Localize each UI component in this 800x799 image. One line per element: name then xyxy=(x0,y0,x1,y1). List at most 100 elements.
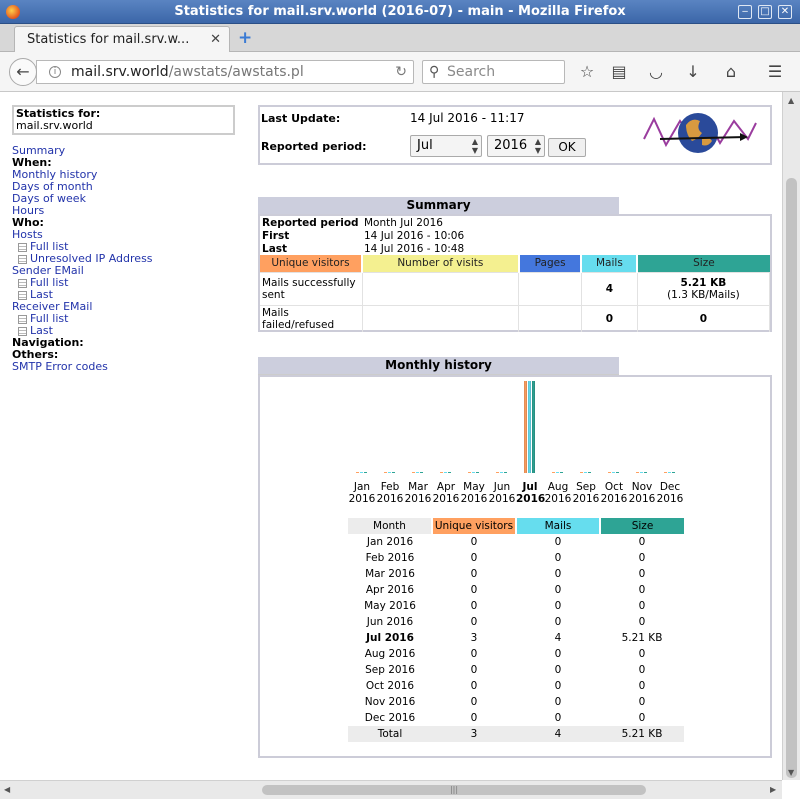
table-row: Feb 2016 0 0 0 xyxy=(348,550,684,566)
home-icon[interactable]: ⌂ xyxy=(720,61,742,83)
search-icon: ⚲ xyxy=(429,64,440,80)
scroll-down-icon[interactable]: ▼ xyxy=(788,768,794,777)
chart-bar xyxy=(412,472,415,473)
chart-month-label: Nov 2016 xyxy=(628,481,656,505)
chart-bar xyxy=(440,472,443,473)
reload-icon[interactable]: ↻ xyxy=(395,61,407,83)
col-number-of-visits: Number of visits xyxy=(362,255,520,272)
table-row: Jun 2016 0 0 0 xyxy=(348,614,684,630)
summary-panel: Reported period Month Jul 2016 First 14 Ju… xyxy=(258,214,772,332)
chart-bar xyxy=(612,472,615,473)
total-size: 5.21 KB xyxy=(621,728,663,740)
table-row: Nov 2016 0 0 0 xyxy=(348,694,684,710)
tab-statistics[interactable]: Statistics for mail.srv.w... ✕ xyxy=(14,26,230,53)
cell-mails: 0 xyxy=(554,616,562,628)
vertical-scroll-thumb[interactable] xyxy=(786,178,797,778)
scroll-up-icon[interactable]: ▲ xyxy=(788,96,794,105)
cell-size: 0 xyxy=(638,648,646,660)
cell-month: Sep 2016 xyxy=(365,664,415,676)
chart-bar xyxy=(672,472,675,473)
monthly-history-header: Monthly history xyxy=(258,357,619,375)
cell-unique: 0 xyxy=(470,552,478,564)
select-arrows-icon: ▲ ▼ xyxy=(471,137,478,155)
last-update-label: Last Update: xyxy=(261,112,341,125)
downloads-icon[interactable]: ↓ xyxy=(682,61,704,83)
bookmark-star-icon[interactable]: ☆ xyxy=(576,61,598,83)
ok-button[interactable]: OK xyxy=(548,138,586,157)
cell-size: 5.21 KB xyxy=(621,632,663,644)
cell-size: 0 xyxy=(638,536,646,548)
awstats-logo[interactable] xyxy=(640,103,760,163)
chart-bar xyxy=(476,472,479,473)
menu-icon[interactable]: ☰ xyxy=(764,61,786,83)
close-window-button[interactable]: ✕ xyxy=(778,5,792,19)
chart-bar xyxy=(448,472,451,473)
cell-unique: 0 xyxy=(470,600,478,612)
scroll-right-icon[interactable]: ▶ xyxy=(770,785,776,794)
col-month: Month xyxy=(348,518,433,534)
scroll-left-icon[interactable]: ◀ xyxy=(4,785,10,794)
chart-year: 2016 xyxy=(628,493,656,505)
cell-size: 0 xyxy=(638,664,646,676)
cell-month: Dec 2016 xyxy=(364,712,416,724)
col-size: Size xyxy=(600,518,684,534)
search-input[interactable]: ⚲ Search xyxy=(422,60,565,84)
cell-mails: 4 xyxy=(554,632,562,644)
month-select[interactable]: Jul ▲ ▼ xyxy=(410,135,482,157)
chart-year: 2016 xyxy=(544,493,572,505)
left-menu: Statistics for: mail.srv.world Summary W… xyxy=(12,105,242,373)
new-tab-button[interactable]: + xyxy=(238,28,252,48)
chart-bar xyxy=(524,381,527,473)
summary-table: Reported period Month Jul 2016 First 14 Ju… xyxy=(260,216,771,332)
sent-mails: 4 xyxy=(581,271,638,305)
menu-days-week-link[interactable]: Days of week xyxy=(12,193,242,205)
chart-bar xyxy=(388,472,391,473)
cell-size: 0 xyxy=(638,584,646,596)
cell-mails: 0 xyxy=(554,552,562,564)
chart-month-name: Nov xyxy=(631,481,653,493)
chart-bar xyxy=(644,472,647,473)
info-icon[interactable]: i xyxy=(49,66,61,78)
back-button[interactable]: ← xyxy=(9,58,37,86)
chart-bar xyxy=(364,472,367,473)
col-pages: Pages xyxy=(518,255,583,272)
chart-bar xyxy=(416,472,419,473)
year-select[interactable]: 2016 ▲ ▼ xyxy=(487,135,545,157)
tab-title: Statistics for mail.srv.w... xyxy=(27,32,190,47)
minimize-button[interactable]: ‒ xyxy=(738,5,752,19)
table-row: Apr 2016 0 0 0 xyxy=(348,582,684,598)
chart-year: 2016 xyxy=(376,493,404,505)
vertical-scrollbar[interactable]: ▲ ▼ xyxy=(782,92,800,780)
empty-cell xyxy=(362,304,520,332)
chart-month-label: Jul 2016 xyxy=(516,481,545,505)
chart-bar xyxy=(532,381,535,473)
search-placeholder: Search xyxy=(447,64,496,80)
table-row: Mar 2016 0 0 0 xyxy=(348,566,684,582)
cell-month: Jul 2016 xyxy=(366,632,414,644)
chart-year: 2016 xyxy=(600,493,628,505)
menu-hours-link[interactable]: Hours xyxy=(12,205,242,217)
reading-list-icon[interactable]: ▤ xyxy=(608,61,630,83)
chart-month-name: Jun xyxy=(493,481,511,493)
close-tab-icon[interactable]: ✕ xyxy=(210,31,221,49)
pocket-icon[interactable]: ◡ xyxy=(645,61,667,83)
first-value: 14 Jul 2016 - 10:06 xyxy=(364,229,465,242)
table-row: Oct 2016 0 0 0 xyxy=(348,678,684,694)
horizontal-scrollbar[interactable]: ◀ ||| ▶ xyxy=(0,780,782,799)
maximize-button[interactable]: □ xyxy=(758,5,772,19)
chart-bar xyxy=(528,381,531,473)
doc-icon xyxy=(18,254,27,264)
menu-who-heading: Who: xyxy=(12,216,44,229)
doc-icon xyxy=(18,290,27,300)
url-bar[interactable]: i mail.srv.world/awstats/awstats.pl ↻ xyxy=(36,60,414,84)
reported-period-label: Reported period: xyxy=(261,140,367,153)
cell-size: 0 xyxy=(638,680,646,692)
cell-size: 0 xyxy=(638,568,646,580)
horizontal-scroll-thumb[interactable]: ||| xyxy=(262,785,646,795)
chart-bar xyxy=(640,472,643,473)
menu-smtp-errors-link[interactable]: SMTP Error codes xyxy=(12,361,242,373)
cell-unique: 0 xyxy=(470,712,478,724)
col-mails: Mails xyxy=(581,255,639,272)
total-label: Total xyxy=(377,728,403,740)
cell-size: 0 xyxy=(638,552,646,564)
